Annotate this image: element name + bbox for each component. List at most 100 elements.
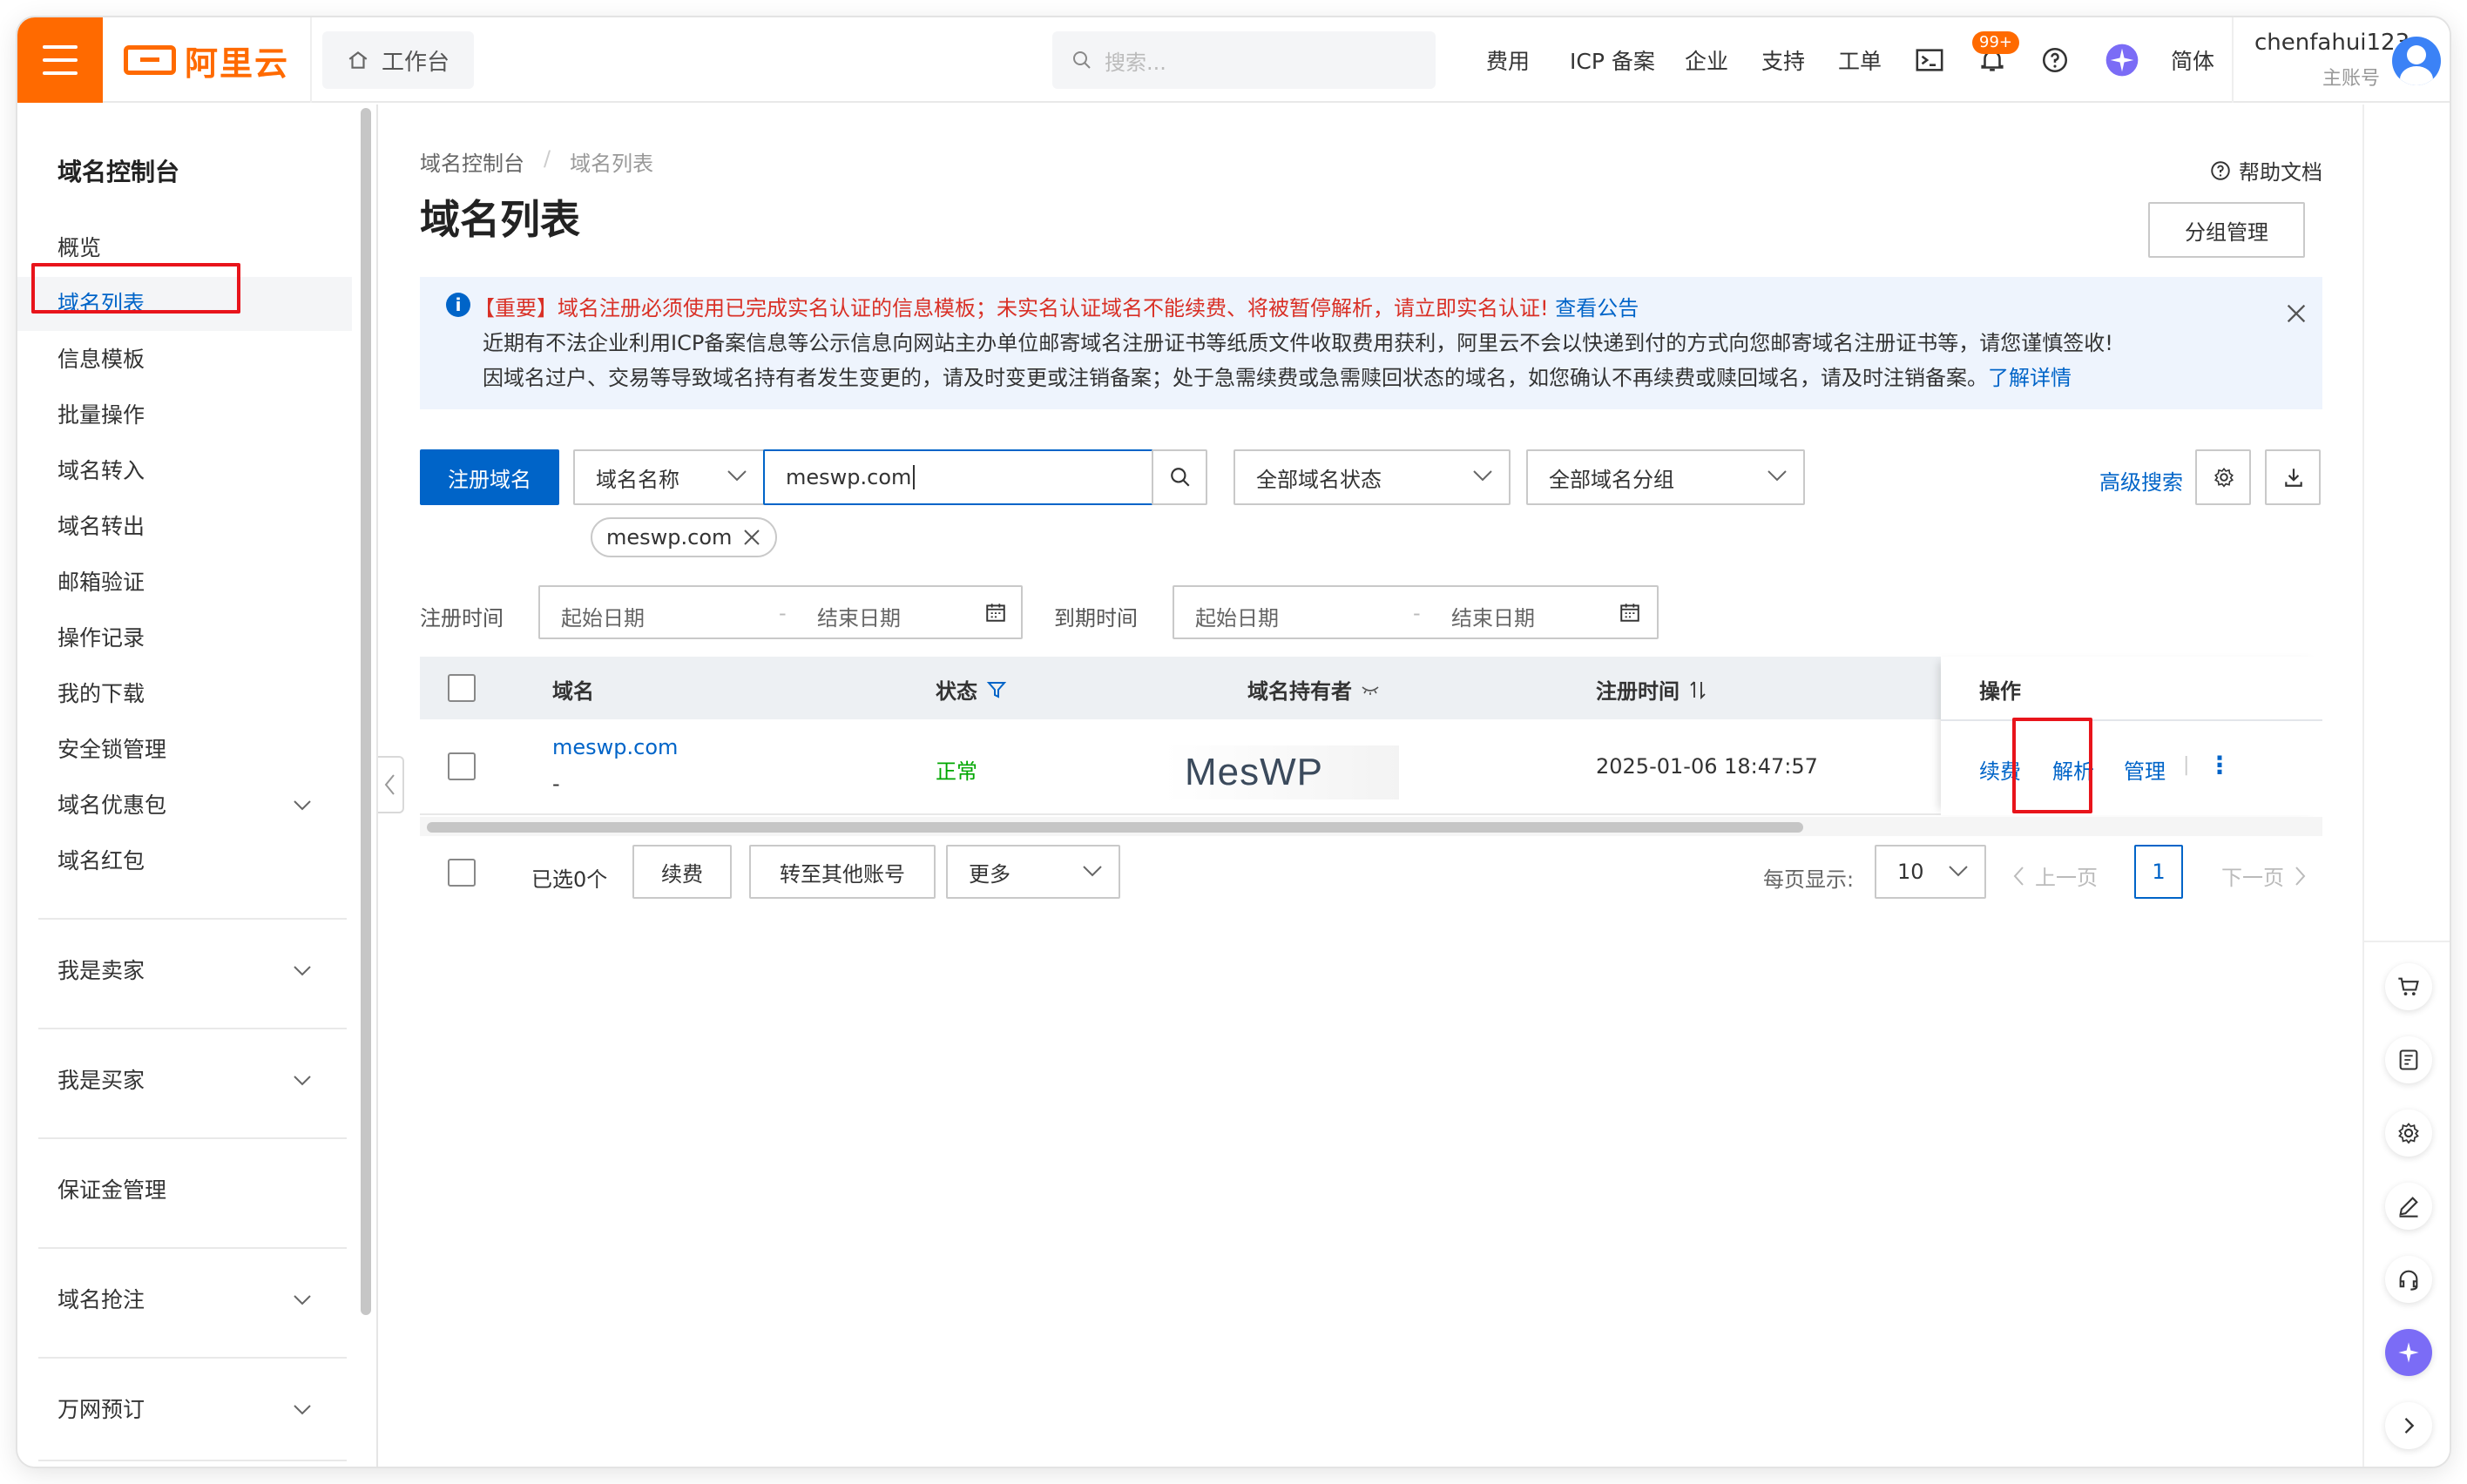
help-icon[interactable] [2040,45,2070,75]
register-domain-button[interactable]: 注册域名 [420,449,559,505]
record-button[interactable] [2385,1036,2432,1083]
nav-fees[interactable]: 费用 [1486,17,1530,103]
sidebar-item-email-verify[interactable]: 邮箱验证 [17,556,352,610]
terminal-icon[interactable] [1915,45,1944,75]
sidebar-item-discount-pack[interactable]: 域名优惠包 [17,779,352,833]
sidebar-item-label: 我的下载 [57,681,145,706]
batch-renew-button[interactable]: 续费 [632,845,732,899]
language-switch[interactable]: 简体 [2171,17,2214,103]
search-button[interactable] [1152,449,1207,505]
divider [38,1357,347,1359]
sidebar-group-seller[interactable]: 我是卖家 [17,944,352,998]
nav-enterprise[interactable]: 企业 [1685,17,1728,103]
avatar[interactable] [2392,37,2441,85]
select-all-checkbox[interactable] [448,674,476,702]
sidebar-item-label: 域名抢注 [57,1287,145,1312]
sidebar-group-buyer[interactable]: 我是买家 [17,1054,352,1108]
ai-assistant-icon[interactable] [2105,43,2139,78]
group-manage-button[interactable]: 分组管理 [2148,202,2305,258]
per-page-select[interactable]: 10 [1875,845,1986,899]
sidebar-item-downloads[interactable]: 我的下载 [17,667,352,721]
eye-hidden-icon[interactable] [1361,684,1380,696]
reg-date-range[interactable]: 起始日期 - 结束日期 [538,585,1023,639]
divider [38,1247,347,1249]
chevron-down-icon [727,470,747,482]
sidebar-item-transfer-in[interactable]: 域名转入 [17,444,352,498]
sidebar-item-security-lock[interactable]: 安全锁管理 [17,723,352,777]
sidebar-item-red-packet[interactable]: 域名红包 [17,834,352,888]
nav-ticket[interactable]: 工单 [1838,17,1882,103]
page-number-1[interactable]: 1 [2134,845,2183,899]
notice-text: 因域名过户、交易等导致域名持有者发生变更的，请及时变更或注销备案；处于急需续费或… [483,366,1988,390]
nav-icp[interactable]: ICP 备案 [1570,17,1655,103]
divider [1941,719,2322,721]
more-batch-select[interactable]: 更多 [946,845,1120,899]
user-menu[interactable]: chenfahui123 主账号 [2254,30,2410,91]
sidebar-item-info-template[interactable]: 信息模板 [17,333,352,387]
sidebar-item-transfer-out[interactable]: 域名转出 [17,500,352,554]
collapse-sidebar-button[interactable] [378,756,404,813]
pencil-icon [2399,1197,2418,1218]
exp-date-range[interactable]: 起始日期 - 结束日期 [1173,585,1659,639]
sidebar-item-batch[interactable]: 批量操作 [17,388,352,442]
filter-tag[interactable]: meswp.com [591,517,778,557]
customer-service-button[interactable] [2385,1256,2432,1303]
ai-assistant-button[interactable] [2385,1329,2432,1376]
expand-rail-button[interactable] [2385,1402,2432,1449]
reg-time-value: 2025-01-06 18:47:57 [1596,754,1818,779]
col-label: 域名持有者 [1247,679,1352,704]
nav-label: 工单 [1838,49,1882,74]
table-horizontal-scrollbar[interactable] [420,817,2322,836]
aliyun-logo[interactable]: 阿里云 [124,40,289,83]
manage-link[interactable]: 管理 [2124,754,2166,785]
sort-icon[interactable] [1688,679,1707,700]
table-settings-button[interactable] [2195,449,2251,505]
cart-button[interactable] [2385,963,2432,1010]
chevron-down-icon [1767,470,1787,482]
breadcrumb-root[interactable]: 域名控制台 [420,146,524,177]
filter-icon[interactable] [986,679,1007,700]
scrollbar-thumb[interactable] [361,108,371,1315]
settings-button[interactable] [2385,1110,2432,1157]
edit-button[interactable] [2385,1183,2432,1230]
next-page-button[interactable]: 下一页 [2221,860,2307,891]
sidebar-group-backorder[interactable]: 域名抢注 [17,1273,352,1327]
headset-icon [2399,1270,2418,1291]
notice-text: 【重要】域名注册必须使用已完成实名认证的信息模板；未实名认证域名不能续费、将被暂… [474,296,1549,320]
sidebar-item-domain-list[interactable]: 域名列表 [17,277,352,331]
advanced-search-link[interactable]: 高级搜索 [2099,465,2183,496]
nav-support[interactable]: 支持 [1761,17,1805,103]
dns-resolve-link[interactable]: 解析 [2052,754,2094,785]
sidebar-item-logs[interactable]: 操作记录 [17,611,352,665]
close-icon[interactable] [742,528,761,547]
more-actions-icon[interactable]: ⋮ [2207,751,2232,779]
help-doc-label: 帮助文档 [2239,160,2322,185]
status-select[interactable]: 全部域名状态 [1234,449,1511,505]
group-select[interactable]: 全部域名分组 [1526,449,1805,505]
prev-page-button[interactable]: 上一页 [2012,860,2098,891]
help-doc-link[interactable]: 帮助文档 [2209,155,2322,186]
learn-more-link[interactable]: 了解详情 [1988,366,2072,390]
sidebar-title: 域名控制台 [57,158,180,186]
transfer-account-button[interactable]: 转至其他账号 [749,845,936,899]
sidebar-group-preorder[interactable]: 万网预订 [17,1383,352,1437]
select-all-checkbox-bottom[interactable] [448,859,476,887]
search-field-select[interactable]: 域名名称 [573,449,765,505]
global-search-input[interactable]: 搜索... [1052,31,1436,89]
breadcrumb-current: 域名列表 [570,152,654,176]
sidebar-scrollbar[interactable] [359,108,373,1327]
range-sep: - [1413,601,1421,625]
export-button[interactable] [2265,449,2321,505]
close-icon[interactable] [2284,301,2308,326]
menu-icon[interactable] [17,17,103,103]
sidebar-item-overview[interactable]: 概览 [17,221,352,275]
scrollbar-thumb[interactable] [427,822,1803,833]
renew-link[interactable]: 续费 [1979,754,2021,785]
domain-search-input[interactable]: meswp.com [763,449,1153,505]
domain-link[interactable]: meswp.com [552,735,678,759]
start-date-placeholder: 起始日期 [561,606,645,631]
view-announcement-link[interactable]: 查看公告 [1555,296,1639,320]
sidebar-group-deposit[interactable]: 保证金管理 [17,1164,352,1218]
row-checkbox[interactable] [448,752,476,780]
workbench-button[interactable]: 工作台 [322,31,475,89]
